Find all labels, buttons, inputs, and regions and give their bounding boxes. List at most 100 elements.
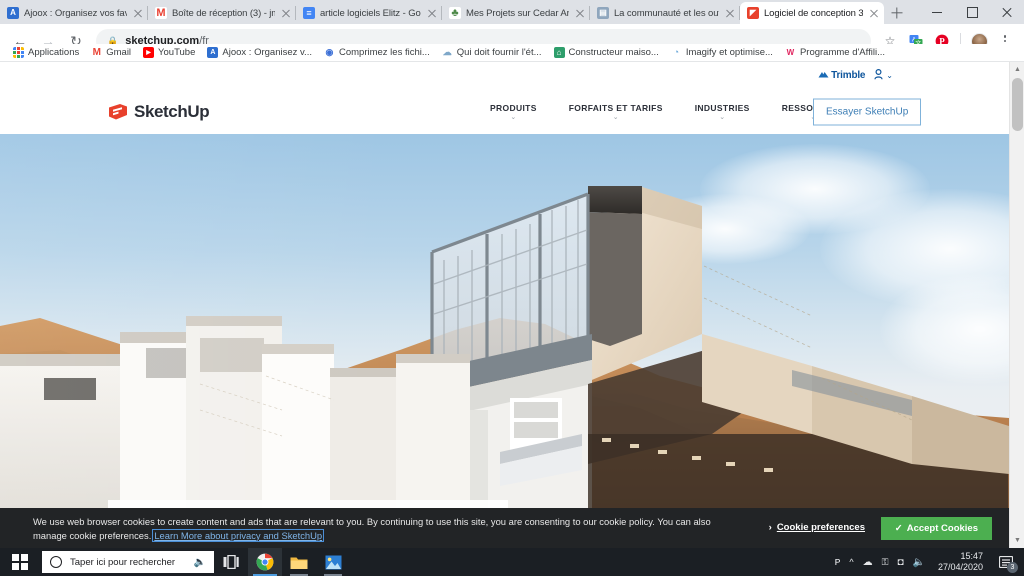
scrollbar-thumb[interactable] xyxy=(1012,78,1023,131)
building-render xyxy=(428,186,1009,548)
browser-tab[interactable]: ♣ Mes Projets sur Cedar Architec xyxy=(442,2,590,24)
close-icon[interactable] xyxy=(724,7,736,19)
windows-logo-icon xyxy=(12,554,28,570)
chevron-down-icon: ⌄ xyxy=(510,113,517,121)
trimble-mark-icon xyxy=(818,71,829,80)
browser-tab[interactable]: M Boîte de réception (3) - jmoiss xyxy=(148,2,296,24)
bookmark-label: Gmail xyxy=(106,47,132,58)
cookie-banner: We use web browser cookies to create con… xyxy=(0,508,1009,548)
close-icon[interactable] xyxy=(574,7,586,19)
system-tray: ᴘ ^ ☁ ⚿ ◘ 🔈 15:47 27/04/2020 3 xyxy=(835,551,1024,574)
bookmark-item-applications[interactable]: Applications xyxy=(8,45,84,60)
cookie-preferences-button[interactable]: › Cookie preferences xyxy=(769,522,865,533)
browser-tab[interactable]: ▤ La communauté et les outils po xyxy=(590,2,740,24)
browser-window: A Ajoox : Organisez vos favoris e M Boît… xyxy=(0,0,1024,576)
tab-title: La communauté et les outils po xyxy=(614,7,719,19)
maximize-button[interactable] xyxy=(954,0,989,24)
cortana-icon xyxy=(50,556,62,568)
community-icon: ▤ xyxy=(597,7,609,19)
bookmark-item-constructeur[interactable]: ⌂ Constructeur maiso... xyxy=(549,45,664,60)
bookmark-item-etude[interactable]: ☁ Qui doit fournir l'ét... xyxy=(437,45,547,60)
bookmark-label: YouTube xyxy=(158,47,196,58)
site-header: SketchUp PRODUITS ⌄ FORFAITS ET TARIFS ⌄… xyxy=(0,89,1009,134)
bookmark-label: Programme d'Affili... xyxy=(799,47,885,58)
bookmarks-bar: Applications M Gmail ▶ YouTube A Ajoox :… xyxy=(0,44,1024,62)
bookmark-label: Constructeur maiso... xyxy=(568,47,659,58)
gmail-icon: M xyxy=(155,6,167,19)
affiliate-icon: W xyxy=(784,47,796,58)
privacy-link[interactable]: Learn More about privacy and SketchUp xyxy=(152,528,325,542)
bookmark-item-imagify[interactable]: ◔ Imagify et optimise... xyxy=(666,45,778,60)
cedar-tree-icon: ♣ xyxy=(449,7,461,19)
volume-icon[interactable]: 🔈 xyxy=(913,557,925,568)
youtube-icon: ▶ xyxy=(143,47,155,58)
cloud-icon: ☁ xyxy=(441,47,453,58)
browser-tab[interactable]: A Ajoox : Organisez vos favoris e xyxy=(0,2,148,24)
close-icon[interactable] xyxy=(280,7,292,19)
bookmark-item-ajoox[interactable]: A Ajoox : Organisez v... xyxy=(202,45,317,60)
bookmark-label: Ajoox : Organisez v... xyxy=(222,47,312,58)
taskbar-app-photos[interactable] xyxy=(316,548,350,576)
tab-title: Boîte de réception (3) - jmoiss xyxy=(172,7,275,19)
minimize-button[interactable] xyxy=(919,0,954,24)
page-scrollbar[interactable]: ▲ ▼ xyxy=(1009,62,1024,548)
chevron-up-icon[interactable]: ^ xyxy=(849,557,853,567)
trimble-logo[interactable]: Trimble xyxy=(818,70,865,81)
bookmark-item-affiliation[interactable]: W Programme d'Affili... xyxy=(780,45,890,60)
people-icon[interactable]: ᴘ xyxy=(835,556,841,568)
close-window-button[interactable] xyxy=(989,0,1024,24)
try-sketchup-button[interactable]: Essayer SketchUp xyxy=(813,98,922,125)
sketchup-logo-icon xyxy=(108,103,128,121)
bookmark-item-youtube[interactable]: ▶ YouTube xyxy=(138,45,200,60)
taskbar-clock[interactable]: 15:47 27/04/2020 xyxy=(934,551,987,574)
account-menu[interactable]: ⌄ xyxy=(874,67,893,85)
bookmark-item-compress[interactable]: ◉ Comprimez les fichi... xyxy=(319,45,435,60)
tab-title: Logiciel de conception 3D | Mo xyxy=(764,7,863,19)
bookmark-label: Applications xyxy=(28,47,80,58)
accept-cookies-button[interactable]: ✓ Accept Cookies xyxy=(880,517,992,540)
tab-title: Ajoox : Organisez vos favoris e xyxy=(24,7,127,19)
close-icon[interactable] xyxy=(868,7,880,19)
bookmark-label: Qui doit fournir l'ét... xyxy=(456,47,542,58)
vpn-icon[interactable]: ⚿ xyxy=(882,557,889,568)
new-tab-button[interactable] xyxy=(884,2,910,24)
taskbar-app-chrome[interactable] xyxy=(248,548,282,576)
taskbar-search[interactable]: Taper ici pour rechercher 🔈 xyxy=(42,551,214,573)
tab-title: Mes Projets sur Cedar Architec xyxy=(466,7,569,19)
clock-date: 27/04/2020 xyxy=(937,562,983,572)
google-docs-icon: ≡ xyxy=(303,7,315,19)
notification-badge: 3 xyxy=(1007,562,1018,573)
close-icon[interactable] xyxy=(132,7,144,19)
chevron-down-icon: ⌄ xyxy=(719,113,726,121)
bookmark-item-gmail[interactable]: M Gmail xyxy=(86,45,136,60)
nav-item-produits[interactable]: PRODUITS ⌄ xyxy=(474,103,553,121)
start-button[interactable] xyxy=(0,548,40,576)
scroll-down-icon[interactable]: ▼ xyxy=(1010,533,1024,548)
bookmark-label: Imagify et optimise... xyxy=(685,47,773,58)
taskbar-app-file-explorer[interactable] xyxy=(282,548,316,576)
search-placeholder: Taper ici pour rechercher xyxy=(70,556,176,568)
nav-item-industries[interactable]: INDUSTRIES ⌄ xyxy=(679,103,766,121)
close-icon[interactable] xyxy=(426,7,438,19)
nav-item-forfaits-et-tarifs[interactable]: FORFAITS ET TARIFS ⌄ xyxy=(553,103,679,121)
microphone-icon[interactable]: 🔈 xyxy=(194,557,206,568)
site-nav-links: PRODUITS ⌄ FORFAITS ET TARIFS ⌄ INDUSTRI… xyxy=(474,103,861,121)
scroll-up-icon[interactable]: ▲ xyxy=(1010,62,1024,77)
browser-tab-active[interactable]: ◤ Logiciel de conception 3D | Mo xyxy=(740,2,884,24)
page-viewport: Trimble ⌄ SketchUp PRODUITS ⌄ FORFAITS E… xyxy=(0,62,1024,548)
nav-label: INDUSTRIES xyxy=(694,102,750,113)
chevron-down-icon: ⌄ xyxy=(612,113,619,121)
compress-icon: ◉ xyxy=(323,47,335,58)
bookmark-label: Comprimez les fichi... xyxy=(338,47,430,58)
chevron-right-icon: › xyxy=(768,522,772,533)
clock-time: 15:47 xyxy=(960,550,983,561)
wifi-icon[interactable]: ◘ xyxy=(897,557,903,568)
notification-center-button[interactable]: 3 xyxy=(996,552,1018,573)
onedrive-icon[interactable]: ☁ xyxy=(863,557,873,568)
site-utility-bar: Trimble ⌄ xyxy=(0,62,1009,89)
task-view-button[interactable] xyxy=(214,548,248,576)
cookie-text: We use web browser cookies to create con… xyxy=(33,515,723,542)
sketchup-logo[interactable]: SketchUp xyxy=(108,102,210,122)
browser-tab[interactable]: ≡ article logiciels Elitz - Google D xyxy=(296,2,442,24)
windows-taskbar: Taper ici pour rechercher 🔈 ᴘ ^ ☁ ⚿ ◘ 🔈 … xyxy=(0,548,1024,576)
